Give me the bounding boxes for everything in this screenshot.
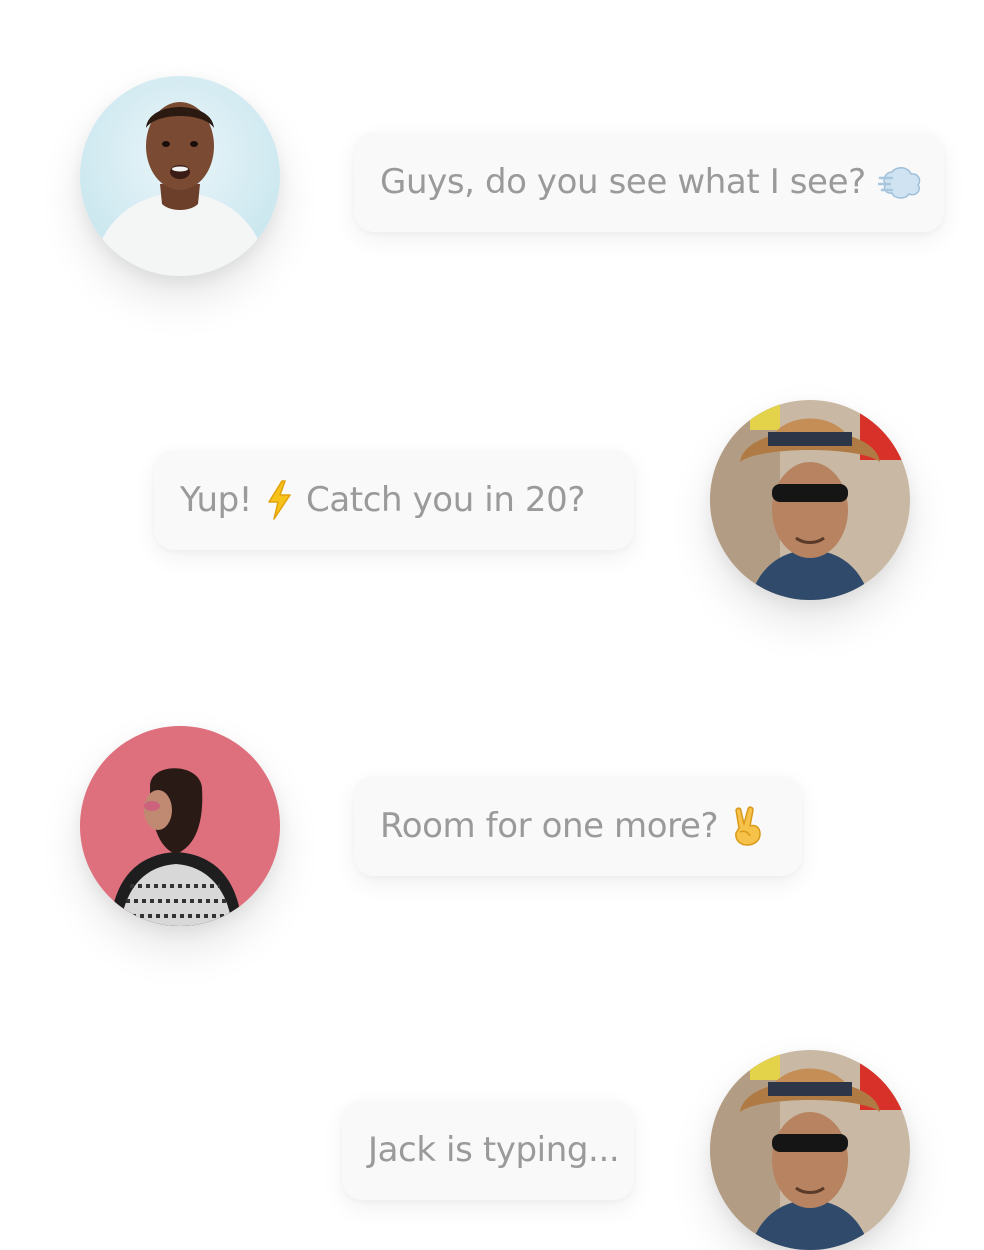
victory-hand-emoji-icon — [730, 806, 764, 846]
avatar-woman-pink-wall-image — [80, 726, 280, 926]
avatar-hat-man — [710, 1050, 910, 1250]
message-text: Guys, do you see what I see? — [380, 162, 866, 202]
avatar-hat-man — [710, 400, 910, 600]
typing-indicator-bubble: Jack is typing... — [342, 1100, 634, 1200]
avatar-smiling-man — [80, 76, 280, 276]
message-text-before: Yup! — [180, 480, 253, 520]
message-bubble: Room for one more? — [354, 776, 802, 876]
avatar-hat-man-image — [710, 400, 910, 600]
typing-indicator-text: Jack is typing... — [368, 1130, 620, 1170]
avatar-woman-pink-wall — [80, 726, 280, 926]
lightning-emoji-icon — [266, 480, 292, 520]
avatar-smiling-man-image — [80, 76, 280, 276]
dash-emoji-icon — [877, 164, 922, 200]
message-bubble: Guys, do you see what I see? — [354, 132, 944, 232]
message-bubble: Yup! Catch you in 20? — [154, 450, 634, 550]
message-text: Room for one more? — [380, 806, 719, 846]
message-text-after: Catch you in 20? — [306, 480, 585, 520]
avatar-hat-man-image — [710, 1050, 910, 1250]
